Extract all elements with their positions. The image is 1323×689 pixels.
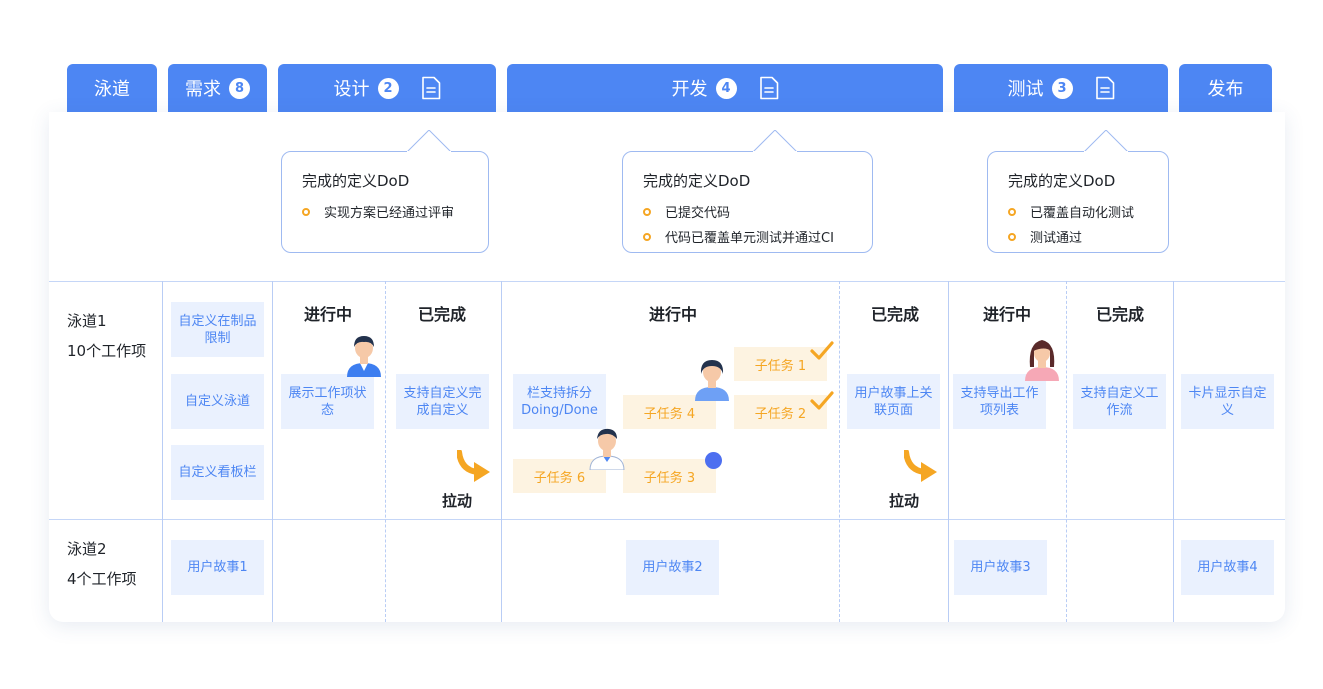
work-item-card[interactable]: 用户故事2 bbox=[626, 540, 719, 595]
dod-item: 实现方案已经通过评审 bbox=[302, 199, 488, 224]
dod-title: 完成的定义DoD bbox=[643, 172, 751, 190]
pull-label: 拉动 bbox=[889, 492, 920, 510]
column-divider bbox=[162, 281, 163, 622]
dod-item: 代码已覆盖单元测试并通过CI bbox=[643, 224, 872, 249]
subtask-card[interactable]: 子任务 3 bbox=[623, 459, 716, 493]
work-item-card[interactable]: 自定义泳道 bbox=[171, 374, 264, 429]
column-divider bbox=[1066, 281, 1067, 622]
work-item-card[interactable]: 用户故事4 bbox=[1181, 540, 1274, 595]
column-title: 进行中 bbox=[648, 305, 697, 324]
avatar-icon bbox=[347, 336, 381, 377]
test-count-badge: 3 bbox=[1051, 77, 1073, 99]
column-title: 已完成 bbox=[417, 305, 466, 324]
lane-divider bbox=[49, 519, 1285, 520]
work-item-card[interactable]: 用户故事上关联页面 bbox=[847, 374, 940, 429]
checkmark-icon bbox=[810, 341, 834, 360]
work-item-card[interactable]: 自定义在制品限制 bbox=[171, 302, 264, 357]
work-item-card[interactable]: 用户故事1 bbox=[171, 540, 264, 595]
in-progress-dot-icon bbox=[705, 452, 722, 469]
header-design[interactable]: 设计 2 bbox=[278, 64, 496, 112]
pull-arrow-icon bbox=[457, 450, 490, 482]
column-title: 已完成 bbox=[1095, 305, 1144, 324]
lane-count: 4个工作项 bbox=[67, 570, 137, 588]
dod-item: 已覆盖自动化测试 bbox=[1008, 199, 1168, 224]
document-icon[interactable] bbox=[421, 76, 441, 100]
column-divider bbox=[385, 281, 386, 622]
column-divider bbox=[501, 281, 502, 622]
header-release-label: 发布 bbox=[1207, 79, 1244, 100]
header-test[interactable]: 测试 3 bbox=[954, 64, 1168, 112]
column-divider bbox=[272, 281, 273, 622]
column-divider bbox=[839, 281, 840, 622]
dod-test: 完成的定义DoD 已覆盖自动化测试 测试通过 bbox=[987, 130, 1169, 253]
avatar-icon bbox=[1025, 340, 1059, 381]
requirement-count-badge: 8 bbox=[229, 77, 250, 99]
avatar-icon bbox=[695, 360, 729, 401]
header-release[interactable]: 发布 bbox=[1179, 64, 1272, 112]
dod-title: 完成的定义DoD bbox=[302, 172, 410, 190]
header-dev-label: 开发 bbox=[671, 79, 708, 100]
work-item-card[interactable]: 支持导出工作项列表 bbox=[953, 374, 1046, 429]
lane-name: 泳道1 bbox=[67, 312, 107, 330]
work-item-card[interactable]: 展示工作项状态 bbox=[281, 374, 374, 429]
dod-dev: 完成的定义DoD 已提交代码 代码已覆盖单元测试并通过CI bbox=[622, 130, 873, 253]
column-divider bbox=[1173, 281, 1174, 622]
column-title: 进行中 bbox=[982, 305, 1031, 324]
lane-2-label: 泳道2 4个工作项 bbox=[67, 534, 137, 594]
dod-title: 完成的定义DoD bbox=[1008, 172, 1116, 190]
work-item-card[interactable]: 卡片显示自定义 bbox=[1181, 374, 1274, 429]
document-icon[interactable] bbox=[759, 76, 779, 100]
lane-1-label: 泳道1 10个工作项 bbox=[67, 306, 146, 366]
dod-item: 测试通过 bbox=[1008, 224, 1168, 249]
header-design-label: 设计 bbox=[333, 79, 370, 100]
work-item-card[interactable]: 支持自定义工作流 bbox=[1073, 374, 1166, 429]
dev-count-badge: 4 bbox=[715, 77, 737, 99]
header-test-label: 测试 bbox=[1007, 79, 1044, 100]
document-icon[interactable] bbox=[1095, 76, 1115, 100]
column-divider bbox=[948, 281, 949, 622]
dod-item: 已提交代码 bbox=[643, 199, 872, 224]
header-lane: 泳道 bbox=[67, 64, 157, 112]
design-count-badge: 2 bbox=[377, 77, 399, 99]
work-item-card[interactable]: 用户故事3 bbox=[954, 540, 1047, 595]
dod-design: 完成的定义DoD 实现方案已经通过评审 bbox=[281, 130, 489, 253]
lane-count: 10个工作项 bbox=[67, 342, 147, 360]
column-title: 进行中 bbox=[303, 305, 352, 324]
pull-arrow-icon bbox=[904, 450, 937, 482]
header-requirement[interactable]: 需求 8 bbox=[168, 64, 267, 112]
callout-tip bbox=[753, 130, 797, 152]
header-dev[interactable]: 开发 4 bbox=[507, 64, 943, 112]
callout-tip bbox=[407, 130, 451, 152]
work-item-card[interactable]: 栏支持拆分Doing/Done bbox=[513, 374, 606, 429]
work-item-card[interactable]: 自定义看板栏 bbox=[171, 445, 264, 500]
checkmark-icon bbox=[810, 391, 834, 410]
callout-tip bbox=[1084, 130, 1128, 152]
header-requirement-label: 需求 bbox=[185, 79, 221, 100]
header-lane-label: 泳道 bbox=[94, 79, 130, 100]
avatar-icon bbox=[589, 428, 625, 470]
lane-divider bbox=[49, 281, 1285, 282]
work-item-card[interactable]: 支持自定义完成自定义 bbox=[396, 374, 489, 429]
column-title: 已完成 bbox=[870, 305, 919, 324]
pull-label: 拉动 bbox=[442, 492, 473, 510]
lane-name: 泳道2 bbox=[67, 540, 107, 558]
